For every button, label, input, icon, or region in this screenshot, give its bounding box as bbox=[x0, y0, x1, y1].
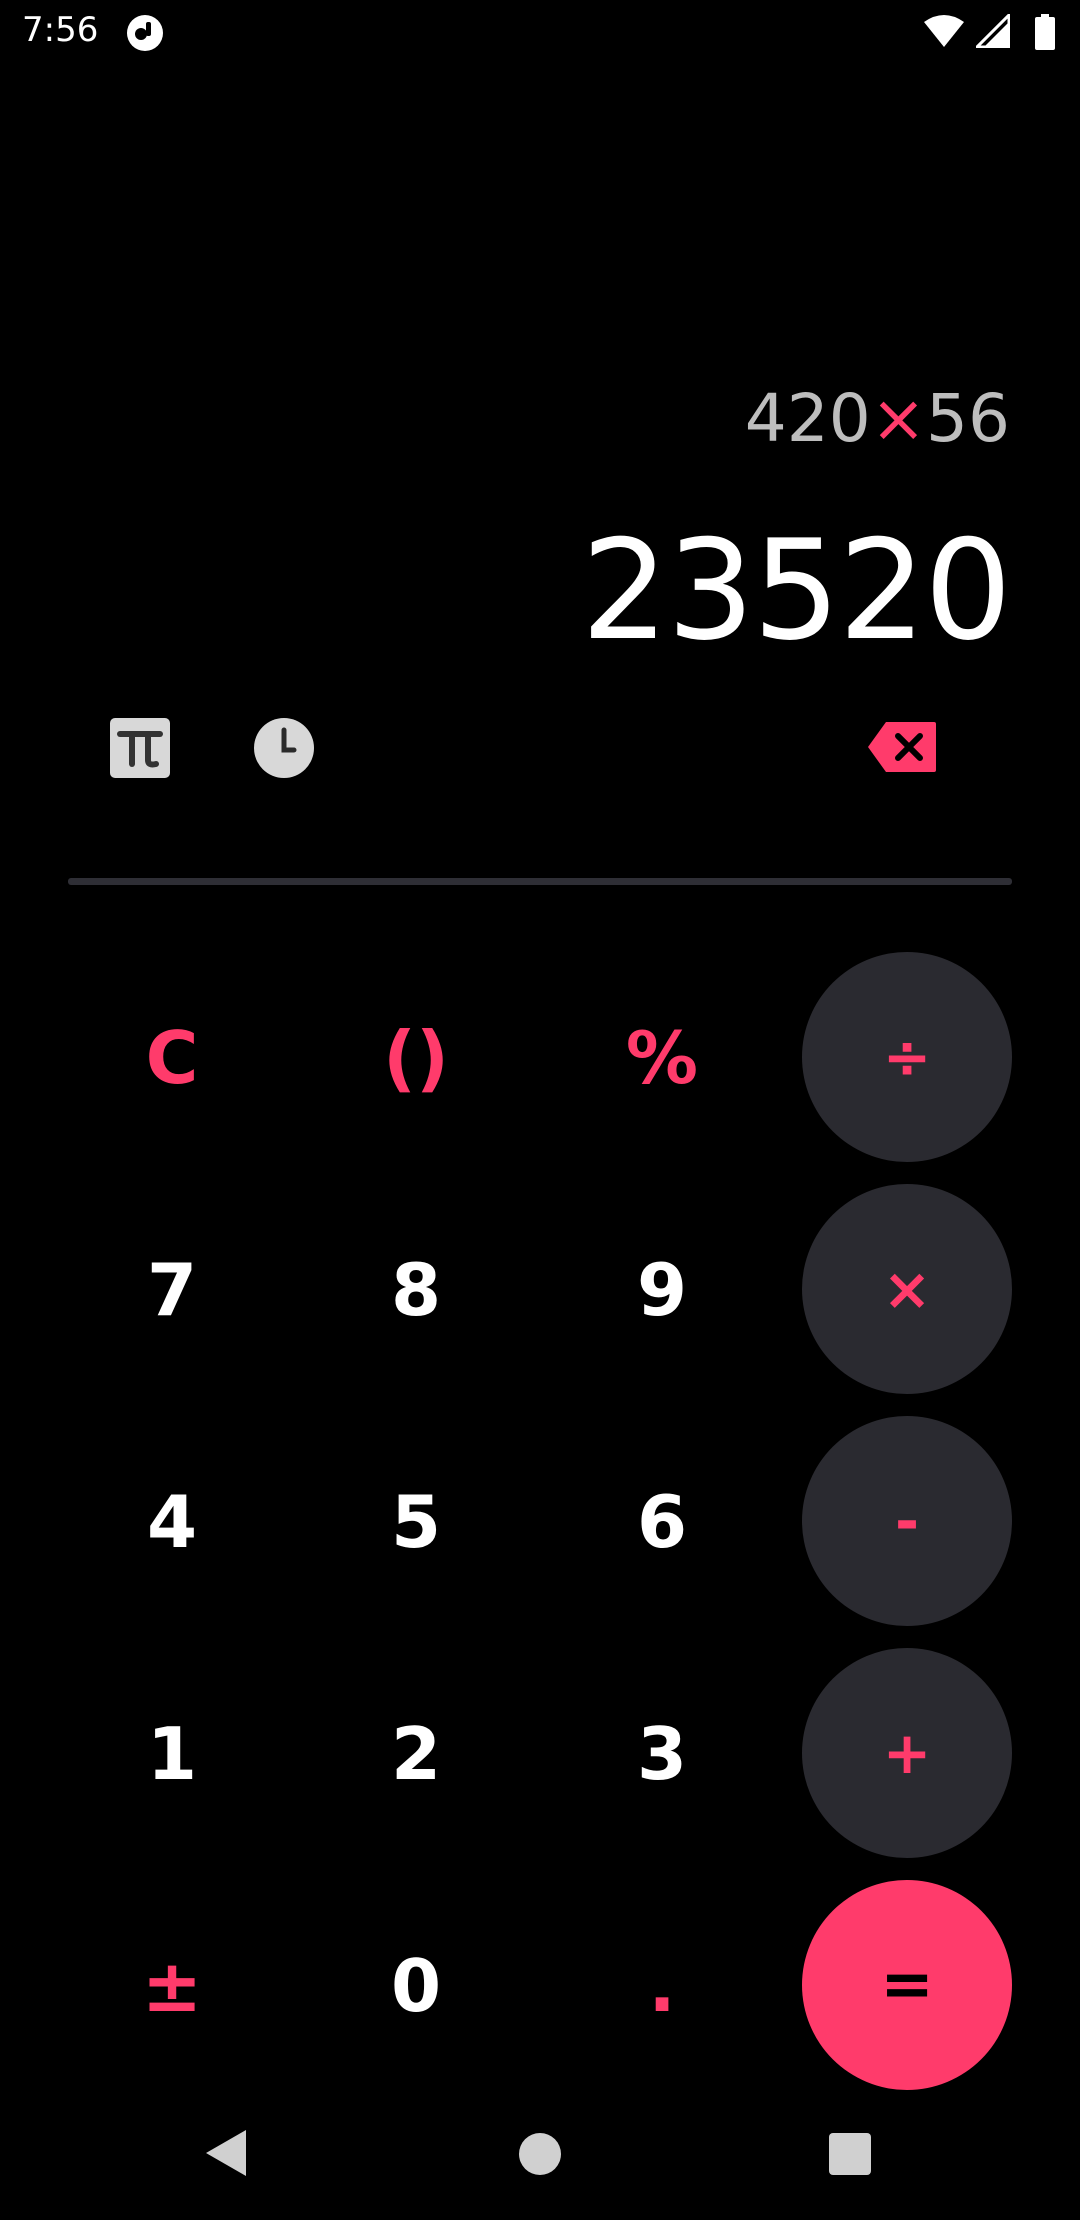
result-display: 23520 bbox=[581, 510, 1012, 671]
digit-1-button[interactable]: 1 bbox=[72, 1654, 272, 1854]
back-icon[interactable] bbox=[204, 2128, 248, 2178]
digit-8-button[interactable]: 8 bbox=[316, 1190, 516, 1390]
backspace-icon[interactable] bbox=[868, 720, 938, 774]
equals-button[interactable]: = bbox=[802, 1880, 1012, 2090]
digit-9-button[interactable]: 9 bbox=[562, 1190, 762, 1390]
expression-display: 420×56 bbox=[745, 380, 1010, 457]
pi-icon[interactable] bbox=[108, 716, 172, 780]
expression-left-operand: 420 bbox=[744, 380, 871, 457]
parentheses-button[interactable]: () bbox=[316, 958, 516, 1158]
status-time: 7:56 bbox=[22, 10, 99, 50]
cell-signal-icon bbox=[976, 14, 1010, 48]
digit-0-button[interactable]: 0 bbox=[316, 1886, 516, 2086]
multiply-button[interactable]: × bbox=[802, 1184, 1012, 1394]
decimal-button[interactable]: . bbox=[562, 1886, 762, 2086]
app-notification-icon bbox=[127, 15, 163, 51]
navigation-bar bbox=[0, 2100, 1080, 2220]
plus-minus-button[interactable]: ± bbox=[72, 1886, 272, 2086]
plus-button[interactable]: + bbox=[802, 1648, 1012, 1858]
divide-button[interactable]: ÷ bbox=[802, 952, 1012, 1162]
digit-4-button[interactable]: 4 bbox=[72, 1422, 272, 1622]
expression-operator: × bbox=[870, 380, 927, 457]
recents-icon[interactable] bbox=[828, 2132, 872, 2176]
clear-button[interactable]: C bbox=[72, 958, 272, 1158]
digit-7-button[interactable]: 7 bbox=[72, 1190, 272, 1390]
history-clock-icon[interactable] bbox=[252, 716, 316, 780]
digit-6-button[interactable]: 6 bbox=[562, 1422, 762, 1622]
divider bbox=[68, 878, 1012, 885]
digit-3-button[interactable]: 3 bbox=[562, 1654, 762, 1854]
minus-button[interactable]: - bbox=[802, 1416, 1012, 1626]
percent-button[interactable]: % bbox=[562, 958, 762, 1158]
expression-right-operand: 56 bbox=[926, 380, 1010, 457]
wifi-icon bbox=[924, 15, 964, 47]
digit-2-button[interactable]: 2 bbox=[316, 1654, 516, 1854]
battery-icon bbox=[1035, 14, 1055, 50]
digit-5-button[interactable]: 5 bbox=[316, 1422, 516, 1622]
home-icon[interactable] bbox=[518, 2132, 562, 2176]
status-bar: 7:56 bbox=[0, 0, 1080, 66]
